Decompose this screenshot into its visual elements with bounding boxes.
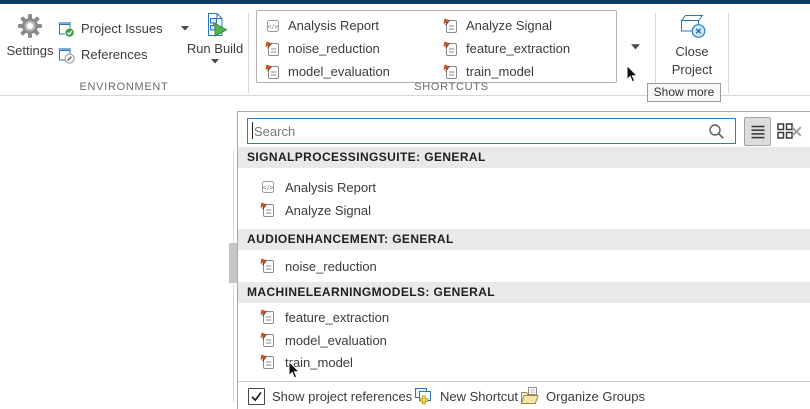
show-more-tooltip: Show more: [647, 83, 721, 102]
list-item-train-model[interactable]: train_model: [260, 351, 353, 373]
show-project-references-checkbox[interactable]: Show project references: [248, 382, 412, 409]
shortcut-icon: [265, 41, 281, 57]
list-item-label: model_evaluation: [285, 333, 387, 348]
list-item-feature-extraction[interactable]: feature_extraction: [260, 306, 389, 328]
list-item-model-evaluation[interactable]: model_evaluation: [260, 329, 387, 351]
gallery-item-label: Analysis Report: [288, 18, 379, 33]
close-project-label-line1: Close: [675, 44, 708, 59]
gallery-item-label: model_evaluation: [288, 64, 390, 79]
list-item-label: noise_reduction: [285, 259, 377, 274]
shortcut-icon: [443, 64, 459, 80]
screen: Settings Project Issues References Run B…: [0, 0, 810, 409]
check-icon: [250, 390, 263, 403]
organize-groups-icon: [519, 386, 539, 406]
text-caret: [252, 122, 253, 139]
list-item-noise-reduction[interactable]: noise_reduction: [260, 255, 377, 277]
gallery-item-noise-reduction[interactable]: noise_reduction: [265, 38, 380, 59]
close-icon: [790, 125, 803, 138]
mouse-cursor: [288, 361, 300, 379]
report-icon: [265, 18, 281, 34]
list-view-button[interactable]: [744, 117, 771, 146]
list-view-icon: [748, 122, 768, 142]
group-header: SIGNALPROCESSINGSUITE: GENERAL: [238, 147, 810, 168]
checkbox-label: Show project references: [272, 389, 412, 404]
run-build-icon: [202, 12, 228, 38]
shortcuts-section-label: SHORTCUTS: [248, 81, 655, 93]
project-issues-label: Project Issues: [81, 21, 163, 36]
new-shortcut-button[interactable]: New Shortcut: [413, 382, 518, 409]
list-item-analysis-report[interactable]: Analysis Report: [260, 176, 376, 198]
gallery-item-model-evaluation[interactable]: model_evaluation: [265, 61, 390, 82]
list-item-label: feature_extraction: [285, 310, 389, 325]
shortcuts-gallery: Analysis Report noise_reduction model_ev…: [256, 10, 617, 83]
references-label: References: [81, 47, 147, 62]
close-project-button[interactable]: Close Project: [657, 11, 727, 77]
gallery-item-label: feature_extraction: [466, 41, 570, 56]
list-item-label: Analysis Report: [285, 180, 376, 195]
project-issues-button[interactable]: Project Issues: [56, 17, 189, 39]
search-input[interactable]: [247, 118, 736, 144]
popup-scrollbar-thumb[interactable]: [229, 243, 237, 283]
shortcut-icon: [265, 64, 281, 80]
settings-button[interactable]: Settings: [6, 12, 54, 58]
new-shortcut-icon: [413, 386, 433, 406]
shortcut-icon: [260, 202, 276, 218]
chevron-down-icon: [631, 44, 640, 50]
shortcut-icon: [260, 309, 276, 325]
group-header: MACHINELEARNINGMODELS: GENERAL: [238, 282, 810, 303]
shortcut-icon: [260, 258, 276, 274]
environment-section-label: ENVIRONMENT: [0, 81, 248, 93]
gear-icon: [16, 12, 44, 40]
run-build-label: Run Build: [187, 41, 243, 56]
gallery-item-label: Analyze Signal: [466, 18, 552, 33]
references-button[interactable]: References: [56, 43, 147, 65]
report-icon: [260, 179, 276, 195]
organize-groups-label: Organize Groups: [546, 389, 645, 404]
chevron-down-icon[interactable]: [211, 59, 219, 64]
run-build-button[interactable]: Run Build: [186, 12, 244, 64]
gallery-item-label: noise_reduction: [288, 41, 380, 56]
checkbox[interactable]: [248, 388, 265, 405]
close-project-icon: [677, 11, 707, 41]
list-item-analyze-signal[interactable]: Analyze Signal: [260, 199, 371, 221]
shortcuts-popup: SIGNALPROCESSINGSUITE: GENERAL Analysis …: [237, 111, 810, 409]
list-item-label: Analyze Signal: [285, 203, 371, 218]
references-icon: [56, 45, 75, 64]
popup-close-button[interactable]: [788, 123, 804, 139]
shortcut-icon: [443, 18, 459, 34]
shortcut-icon: [443, 41, 459, 57]
new-shortcut-label: New Shortcut: [440, 389, 518, 404]
gallery-item-feature-extraction[interactable]: feature_extraction: [443, 38, 570, 59]
mouse-cursor: [626, 65, 638, 83]
project-issues-icon: [56, 19, 75, 38]
gallery-item-analysis-report[interactable]: Analysis Report: [265, 15, 379, 36]
shortcut-icon: [260, 332, 276, 348]
shortcut-icon: [260, 354, 276, 370]
group-header: AUDIOENHANCEMENT: GENERAL: [238, 229, 810, 250]
section-divider: [655, 13, 656, 93]
organize-groups-button[interactable]: Organize Groups: [519, 382, 645, 409]
section-divider: [728, 13, 729, 93]
gallery-item-train-model[interactable]: train_model: [443, 61, 534, 82]
gallery-item-analyze-signal[interactable]: Analyze Signal: [443, 15, 552, 36]
gallery-item-label: train_model: [466, 64, 534, 79]
search-icon: [708, 123, 725, 140]
settings-label: Settings: [7, 43, 54, 58]
close-project-label-line2: Project: [672, 62, 712, 77]
